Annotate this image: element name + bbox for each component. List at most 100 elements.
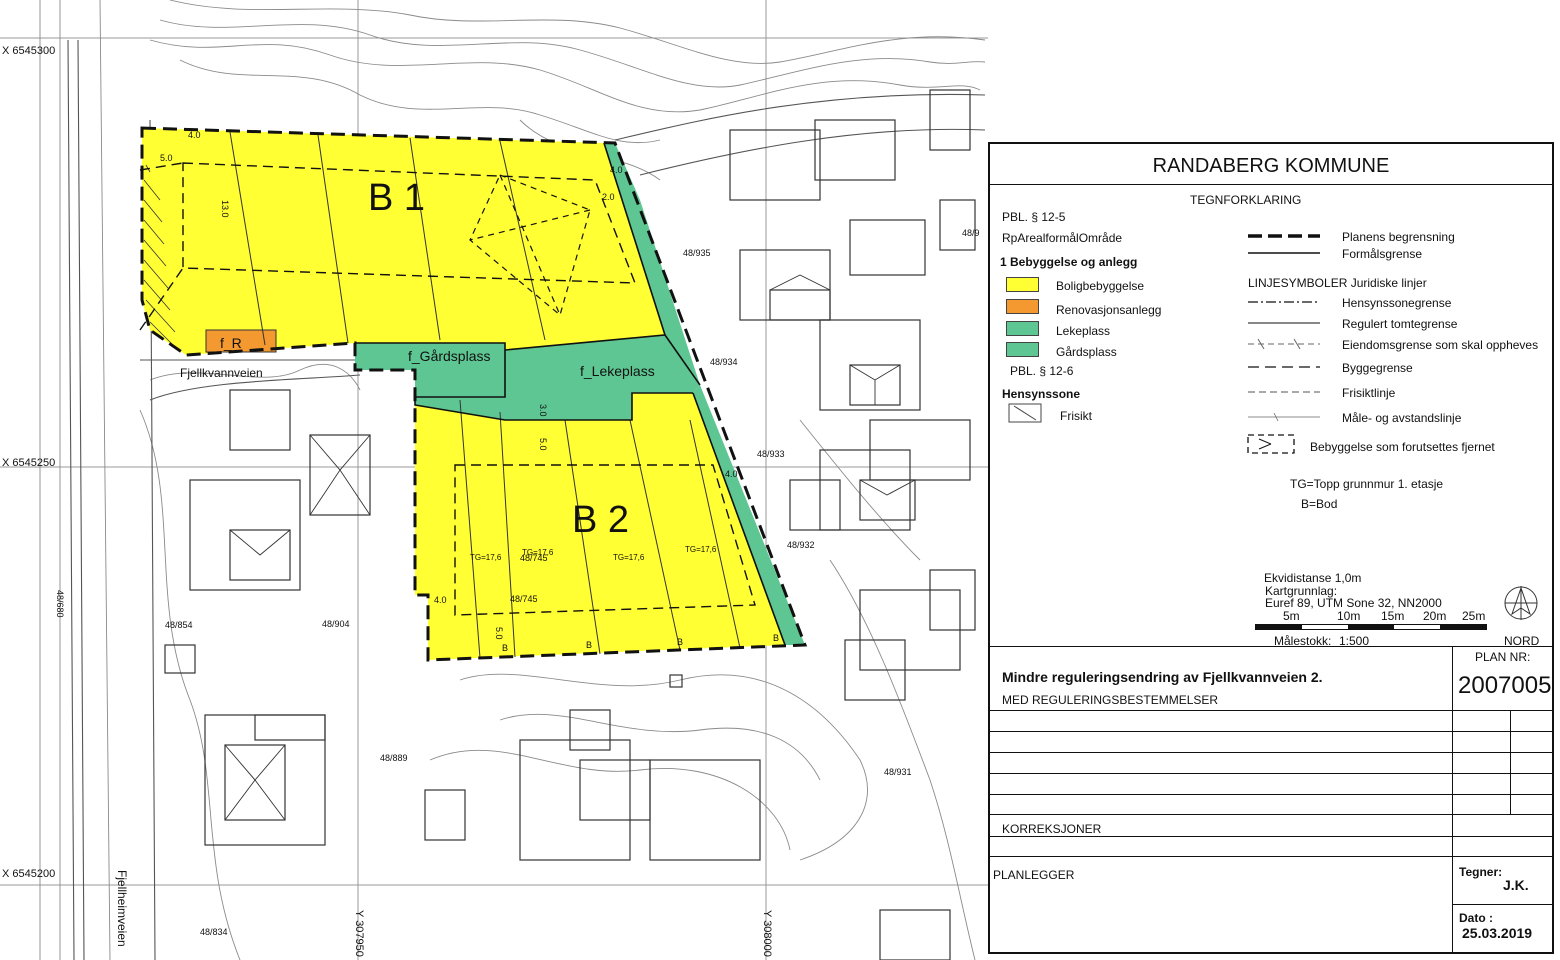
symbol-byggegrense [1248,366,1320,368]
divider [990,710,1552,711]
legend-frisikt: Frisikt [1060,409,1092,423]
legend-frisiktlinje: Frisiktlinje [1342,386,1396,400]
svg-text:4.0: 4.0 [725,469,738,479]
legend-renovasjonsanlegg: Renovasjonsanlegg [1056,303,1162,317]
svg-text:TG=17,6: TG=17,6 [613,553,645,562]
legend-regulert-tomtegrense: Regulert tomtegrense [1342,317,1458,331]
symbol-regulert-tomtegrense [1248,322,1320,324]
tegner-label: Tegner: [1459,865,1503,879]
dato-label: Dato : [1459,911,1493,925]
label-b2: B 2 [572,499,629,541]
divider [1452,904,1552,905]
road-fjellkvannveien: Fjellkvannveien [180,366,263,380]
svg-text:TG=17,6: TG=17,6 [685,545,717,554]
tg-note: TG=Topp grunnmur 1. etasje [1290,477,1444,491]
legend-planens-begrensning: Planens begrensning [1342,230,1455,244]
swatch-boligbebyggelse [1006,277,1039,292]
b-note: B=Bod [1301,497,1338,511]
symbol-planens-begrensning [1248,234,1320,238]
legend-male-avstandslinje: Måle- og avstandslinje [1342,411,1462,425]
svg-text:48/854: 48/854 [165,620,193,630]
swatch-lekeplass [1006,321,1039,336]
rp-area: RpArealformålOmråde [1002,231,1123,245]
swatch-gardsplass [1006,342,1039,357]
swatch-renovasjonsanlegg [1006,299,1039,314]
scale-tick-20m: 20m [1423,609,1447,623]
svg-text:B: B [586,640,592,650]
coord-y-left: Y 307950 [353,910,365,957]
plan-nr: 2007005 [1458,672,1552,699]
scale-tick-5m: 5m [1283,609,1300,623]
divider [1510,710,1511,814]
svg-text:48/680: 48/680 [55,590,65,618]
coord-y-right: Y 308000 [761,910,773,957]
svg-text:B: B [773,633,779,643]
north-arrow-icon [1504,586,1538,620]
svg-text:3.0: 3.0 [538,404,548,417]
svg-text:48/931: 48/931 [884,767,912,777]
symbol-bebyggelse-fjernet [1247,434,1295,454]
divider [990,731,1552,732]
planlegger-label: PLANLEGGER [993,868,1075,882]
symbol-frisiktlinje [1248,391,1320,393]
svg-text:TG=17,6: TG=17,6 [522,548,554,557]
svg-text:48/933: 48/933 [757,449,785,459]
svg-text:48/9: 48/9 [962,228,980,238]
scale-tick-10m: 10m [1337,609,1361,623]
svg-text:48/904: 48/904 [322,619,350,629]
divider [990,794,1552,795]
divider [990,646,1552,647]
divider [990,836,1552,837]
label-f-gardsplass: f_Gårdsplass [408,348,490,364]
tegner-value: J.K. [1503,877,1529,893]
svg-text:2.0: 2.0 [602,192,615,202]
svg-text:5.0: 5.0 [160,153,173,163]
plan-title: Mindre reguleringsendring av Fjellkvannv… [1002,669,1323,685]
scale-bar [1255,624,1487,630]
svg-text:5.0: 5.0 [494,627,504,640]
coord-x-mid: X 6545250 [2,457,55,469]
legend-heading: TEGNFORKLARING [1190,193,1302,207]
svg-text:B: B [502,643,508,653]
plan-nr-label: PLAN NR: [1475,650,1531,664]
linjesymboler-heading: LINJESYMBOLER Juridiske linjer [1248,276,1427,290]
svg-text:4.0: 4.0 [188,130,201,140]
divider [990,773,1552,774]
pbl-12-6: PBL. § 12-6 [1010,364,1074,378]
svg-text:13.0: 13.0 [220,200,230,218]
korreksjoner-label: KORREKSJONER [1002,822,1102,836]
coord-x-top: X 6545300 [2,45,55,57]
legend-eiendomsgrense-oppheves: Eiendomsgrense som skal oppheves [1342,338,1539,352]
label-f-r: f_R [220,335,242,351]
scale-tick-25m: 25m [1462,609,1486,623]
pbl-12-5: PBL. § 12-5 [1002,210,1066,224]
svg-text:48/932: 48/932 [787,540,815,550]
ekvidistanse: Ekvidistanse 1,0m [1264,571,1362,585]
svg-text:48/745: 48/745 [510,594,538,604]
divider [990,184,1552,185]
dato-value: 25.03.2019 [1462,925,1533,941]
divider [990,752,1552,753]
label-b1: B 1 [368,177,425,219]
divider [990,814,1552,815]
municipality-name: RANDABERG KOMMUNE [1152,155,1390,177]
svg-text:B: B [677,637,683,647]
label-f-lekeplass: f_Lekeplass [580,363,655,379]
svg-text:48/934: 48/934 [710,357,738,367]
category-bebyggelse: 1 Bebyggelse og anlegg [1000,255,1138,269]
svg-text:48/889: 48/889 [380,753,408,763]
symbol-formalsgrense [1248,252,1320,254]
svg-text:48/935: 48/935 [683,248,711,258]
symbol-eiendomsgrense-oppheves [1248,338,1320,350]
hensynssone-heading: Hensynssone [1002,387,1081,401]
plan-subtitle: MED REGULERINGSBESTEMMELSER [1002,693,1219,707]
scale-tick-15m: 15m [1381,609,1405,623]
legend-lekeplass: Lekeplass [1056,324,1111,338]
legend-gardsplass: Gårdsplass [1056,345,1117,359]
svg-text:TG=17,6: TG=17,6 [470,553,502,562]
divider [990,856,1552,857]
svg-text:48/834: 48/834 [200,927,228,937]
svg-text:4.0: 4.0 [434,595,447,605]
symbol-male-avstandslinje [1248,412,1320,422]
legend-hensynssonegrense: Hensynssonegrense [1342,296,1452,310]
